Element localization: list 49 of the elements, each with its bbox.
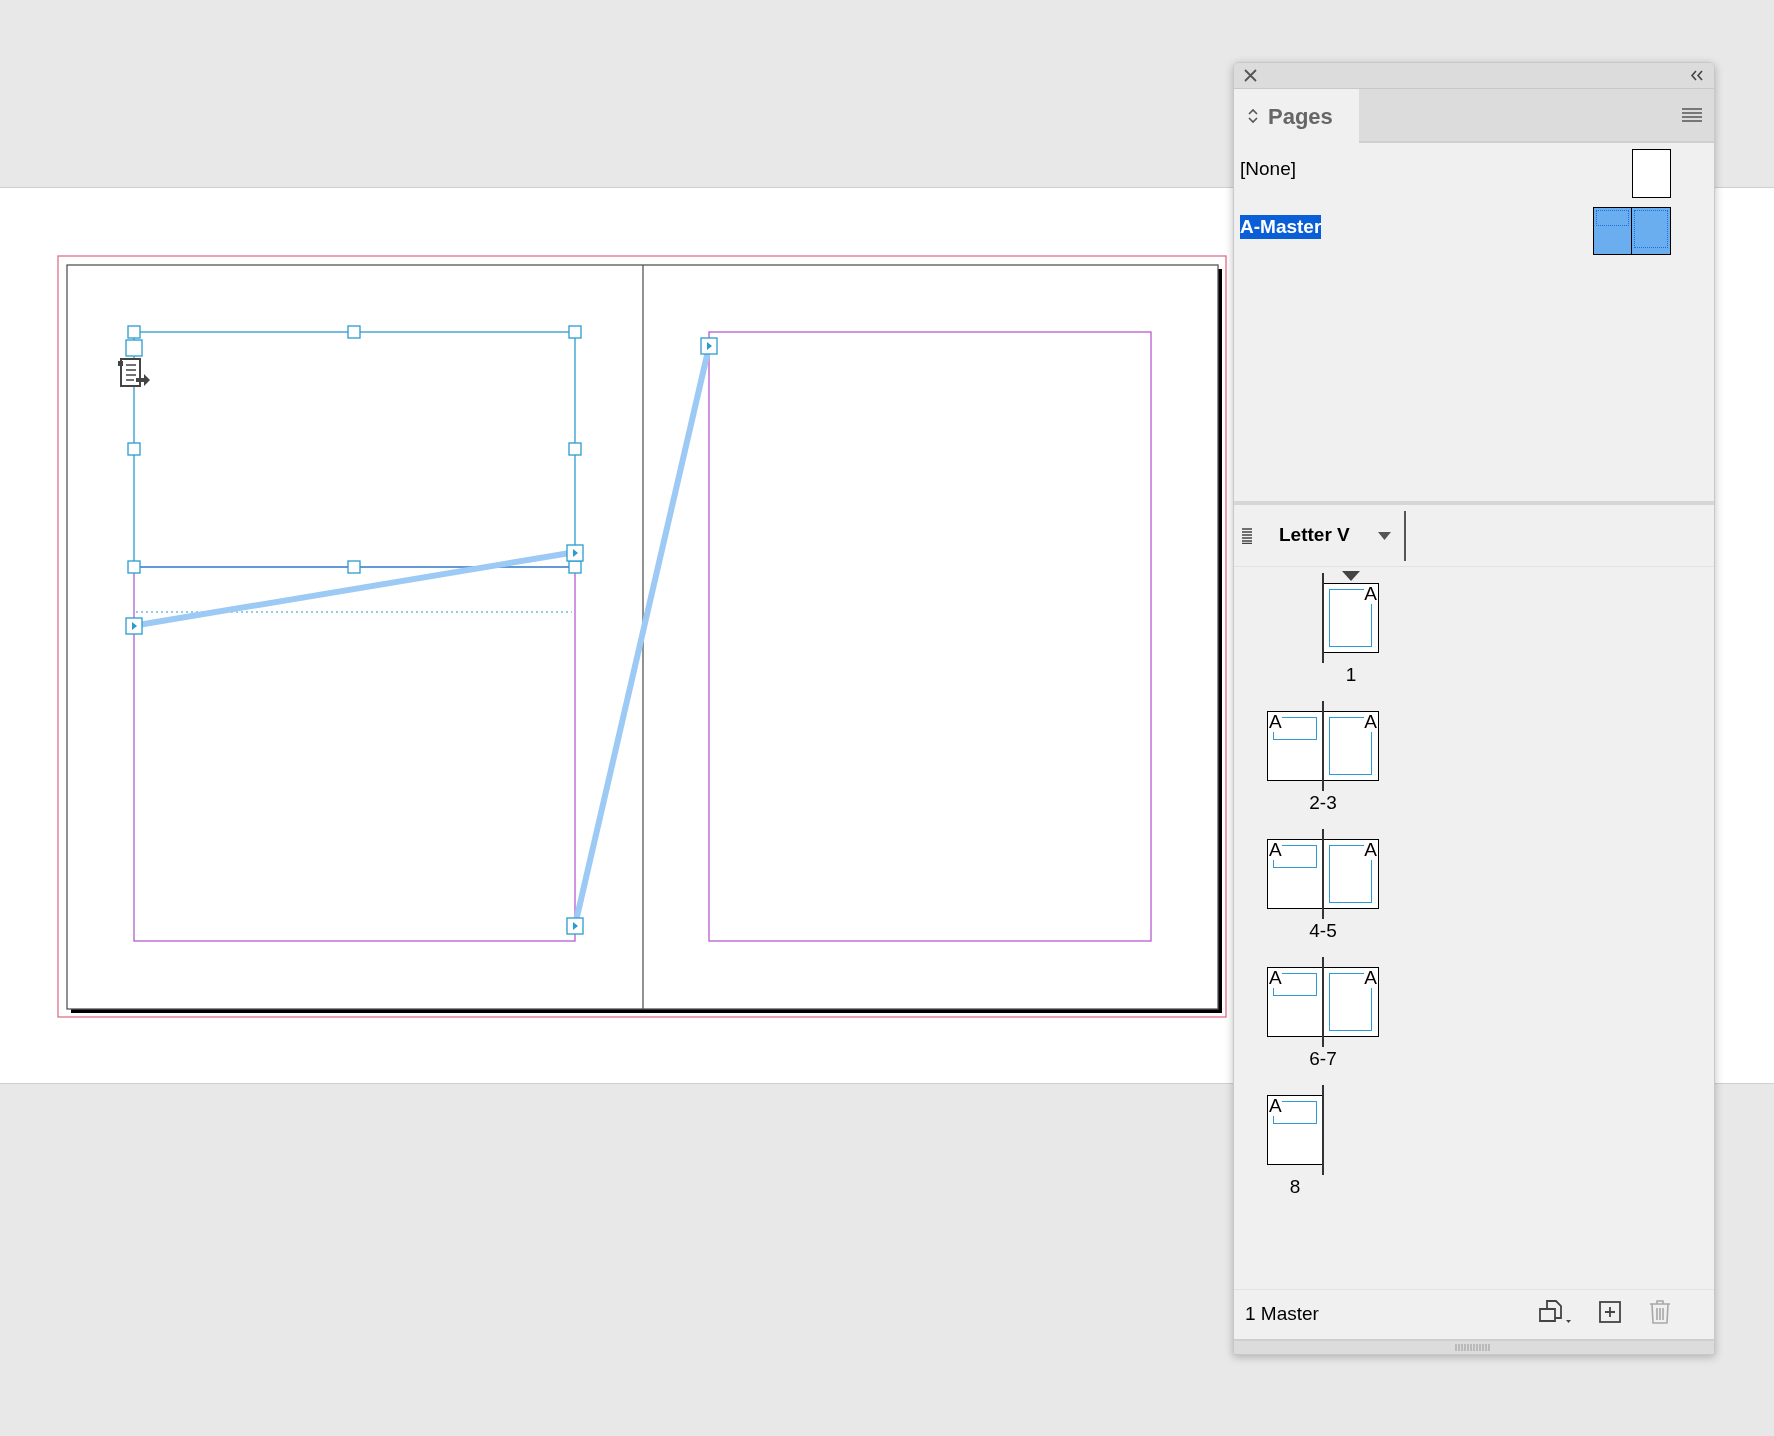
selected-text-frame[interactable] [125, 325, 582, 574]
panel-tab[interactable]: Pages [1234, 89, 1359, 143]
page-thumbnail[interactable]: A [1323, 967, 1379, 1037]
master-letter: A [1364, 968, 1377, 988]
trash-icon [1648, 1299, 1672, 1325]
master-name: A-Master [1240, 215, 1322, 239]
master-letter: A [1269, 968, 1282, 988]
master-row[interactable]: A-Master [1234, 207, 1714, 265]
page-thumbnail[interactable]: A [1323, 583, 1379, 653]
page-size-icon [1538, 1299, 1572, 1325]
page-number: 2-3 [1309, 791, 1337, 815]
master-row[interactable]: [None] [1234, 149, 1714, 207]
close-icon [1244, 69, 1257, 82]
up-down-chevron-icon [1248, 108, 1258, 124]
text-flow-icon [118, 358, 150, 387]
master-letter: A [1269, 1096, 1282, 1116]
plus-icon [1598, 1300, 1622, 1324]
out-port-icon[interactable] [700, 337, 718, 355]
master-letter: A [1364, 840, 1377, 860]
master-letter: A [1269, 840, 1282, 860]
page-thumbnail[interactable]: A [1267, 839, 1323, 909]
out-port-icon[interactable] [566, 544, 584, 562]
master-letter: A [1364, 712, 1377, 732]
current-page-marker [1342, 571, 1360, 581]
master-thumbnail [1632, 149, 1671, 198]
page-size-dropdown[interactable]: Letter V [1279, 521, 1391, 550]
page-thumbnail[interactable]: A [1267, 967, 1323, 1037]
new-page-button[interactable] [1596, 1298, 1624, 1326]
master-letter: A [1364, 584, 1377, 604]
page-thumbnail[interactable]: A [1323, 711, 1379, 781]
page-thumbnail[interactable]: A [1267, 711, 1323, 781]
page-number: 4-5 [1309, 919, 1337, 943]
page-number: 8 [1289, 1175, 1301, 1199]
page-thumbnail[interactable]: A [1267, 1095, 1323, 1165]
resize-grip-icon[interactable] [1455, 1344, 1493, 1351]
collapse-button[interactable] [1690, 70, 1704, 81]
out-port-icon[interactable] [125, 617, 143, 635]
page-number: 1 [1345, 663, 1357, 687]
master-letter: A [1269, 712, 1282, 732]
close-button[interactable] [1244, 69, 1257, 82]
page-thumbnail[interactable]: A [1323, 839, 1379, 909]
menu-icon [1682, 108, 1702, 122]
page-size-list-icon [1242, 527, 1252, 544]
page-number: 6-7 [1309, 1047, 1337, 1071]
master-name: [None] [1240, 157, 1296, 181]
master-count: 1 Master [1245, 1302, 1319, 1327]
double-chevron-left-icon [1690, 70, 1704, 81]
out-port-icon[interactable] [566, 917, 584, 935]
caret-icon [1377, 531, 1391, 540]
